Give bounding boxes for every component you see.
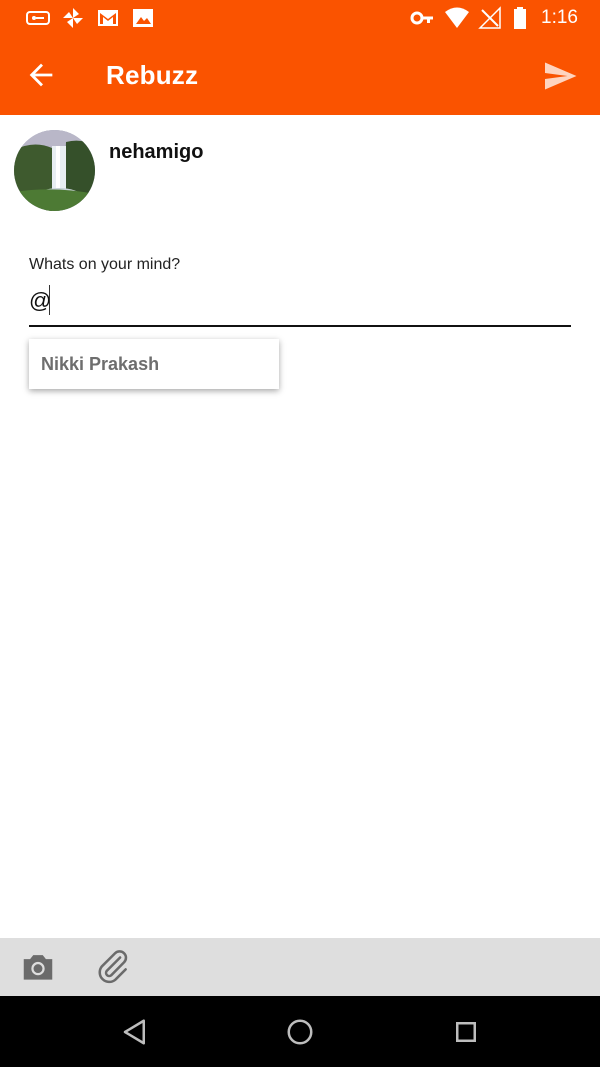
post-input[interactable]: @ [29,283,571,327]
status-time: 1:16 [541,7,578,28]
camera-icon[interactable] [19,948,57,986]
wifi-icon [445,7,469,28]
recents-square-icon[interactable] [451,1017,481,1047]
text-caret [49,285,50,315]
app-bar: Rebuzz [0,36,600,115]
mention-suggestion-name: Nikki Prakash [41,354,160,374]
username: nehamigo [109,141,204,163]
bottom-toolbar [0,938,600,996]
attachment-icon[interactable] [94,948,132,986]
post-field-label: Whats on your mind? [29,256,181,273]
waterfall-avatar-image [14,130,95,211]
battery-icon [514,7,526,29]
post-input-value: @ [29,288,52,313]
gmail-icon [98,10,118,26]
no-signal-icon [478,6,501,29]
key-icon [410,11,433,25]
send-icon[interactable] [542,58,578,94]
image-icon [133,9,153,27]
page-title: Rebuzz [106,60,199,90]
vpn-key-badge-icon [26,11,50,25]
avatar[interactable] [14,130,95,211]
system-nav-bar [0,996,600,1067]
back-arrow-icon[interactable] [24,58,58,92]
pinwheel-icon [63,8,83,28]
status-bar: 1:16 [0,0,600,36]
mention-suggestion[interactable]: Nikki Prakash [29,339,279,389]
back-triangle-icon[interactable] [120,1017,150,1047]
home-circle-icon[interactable] [285,1017,315,1047]
